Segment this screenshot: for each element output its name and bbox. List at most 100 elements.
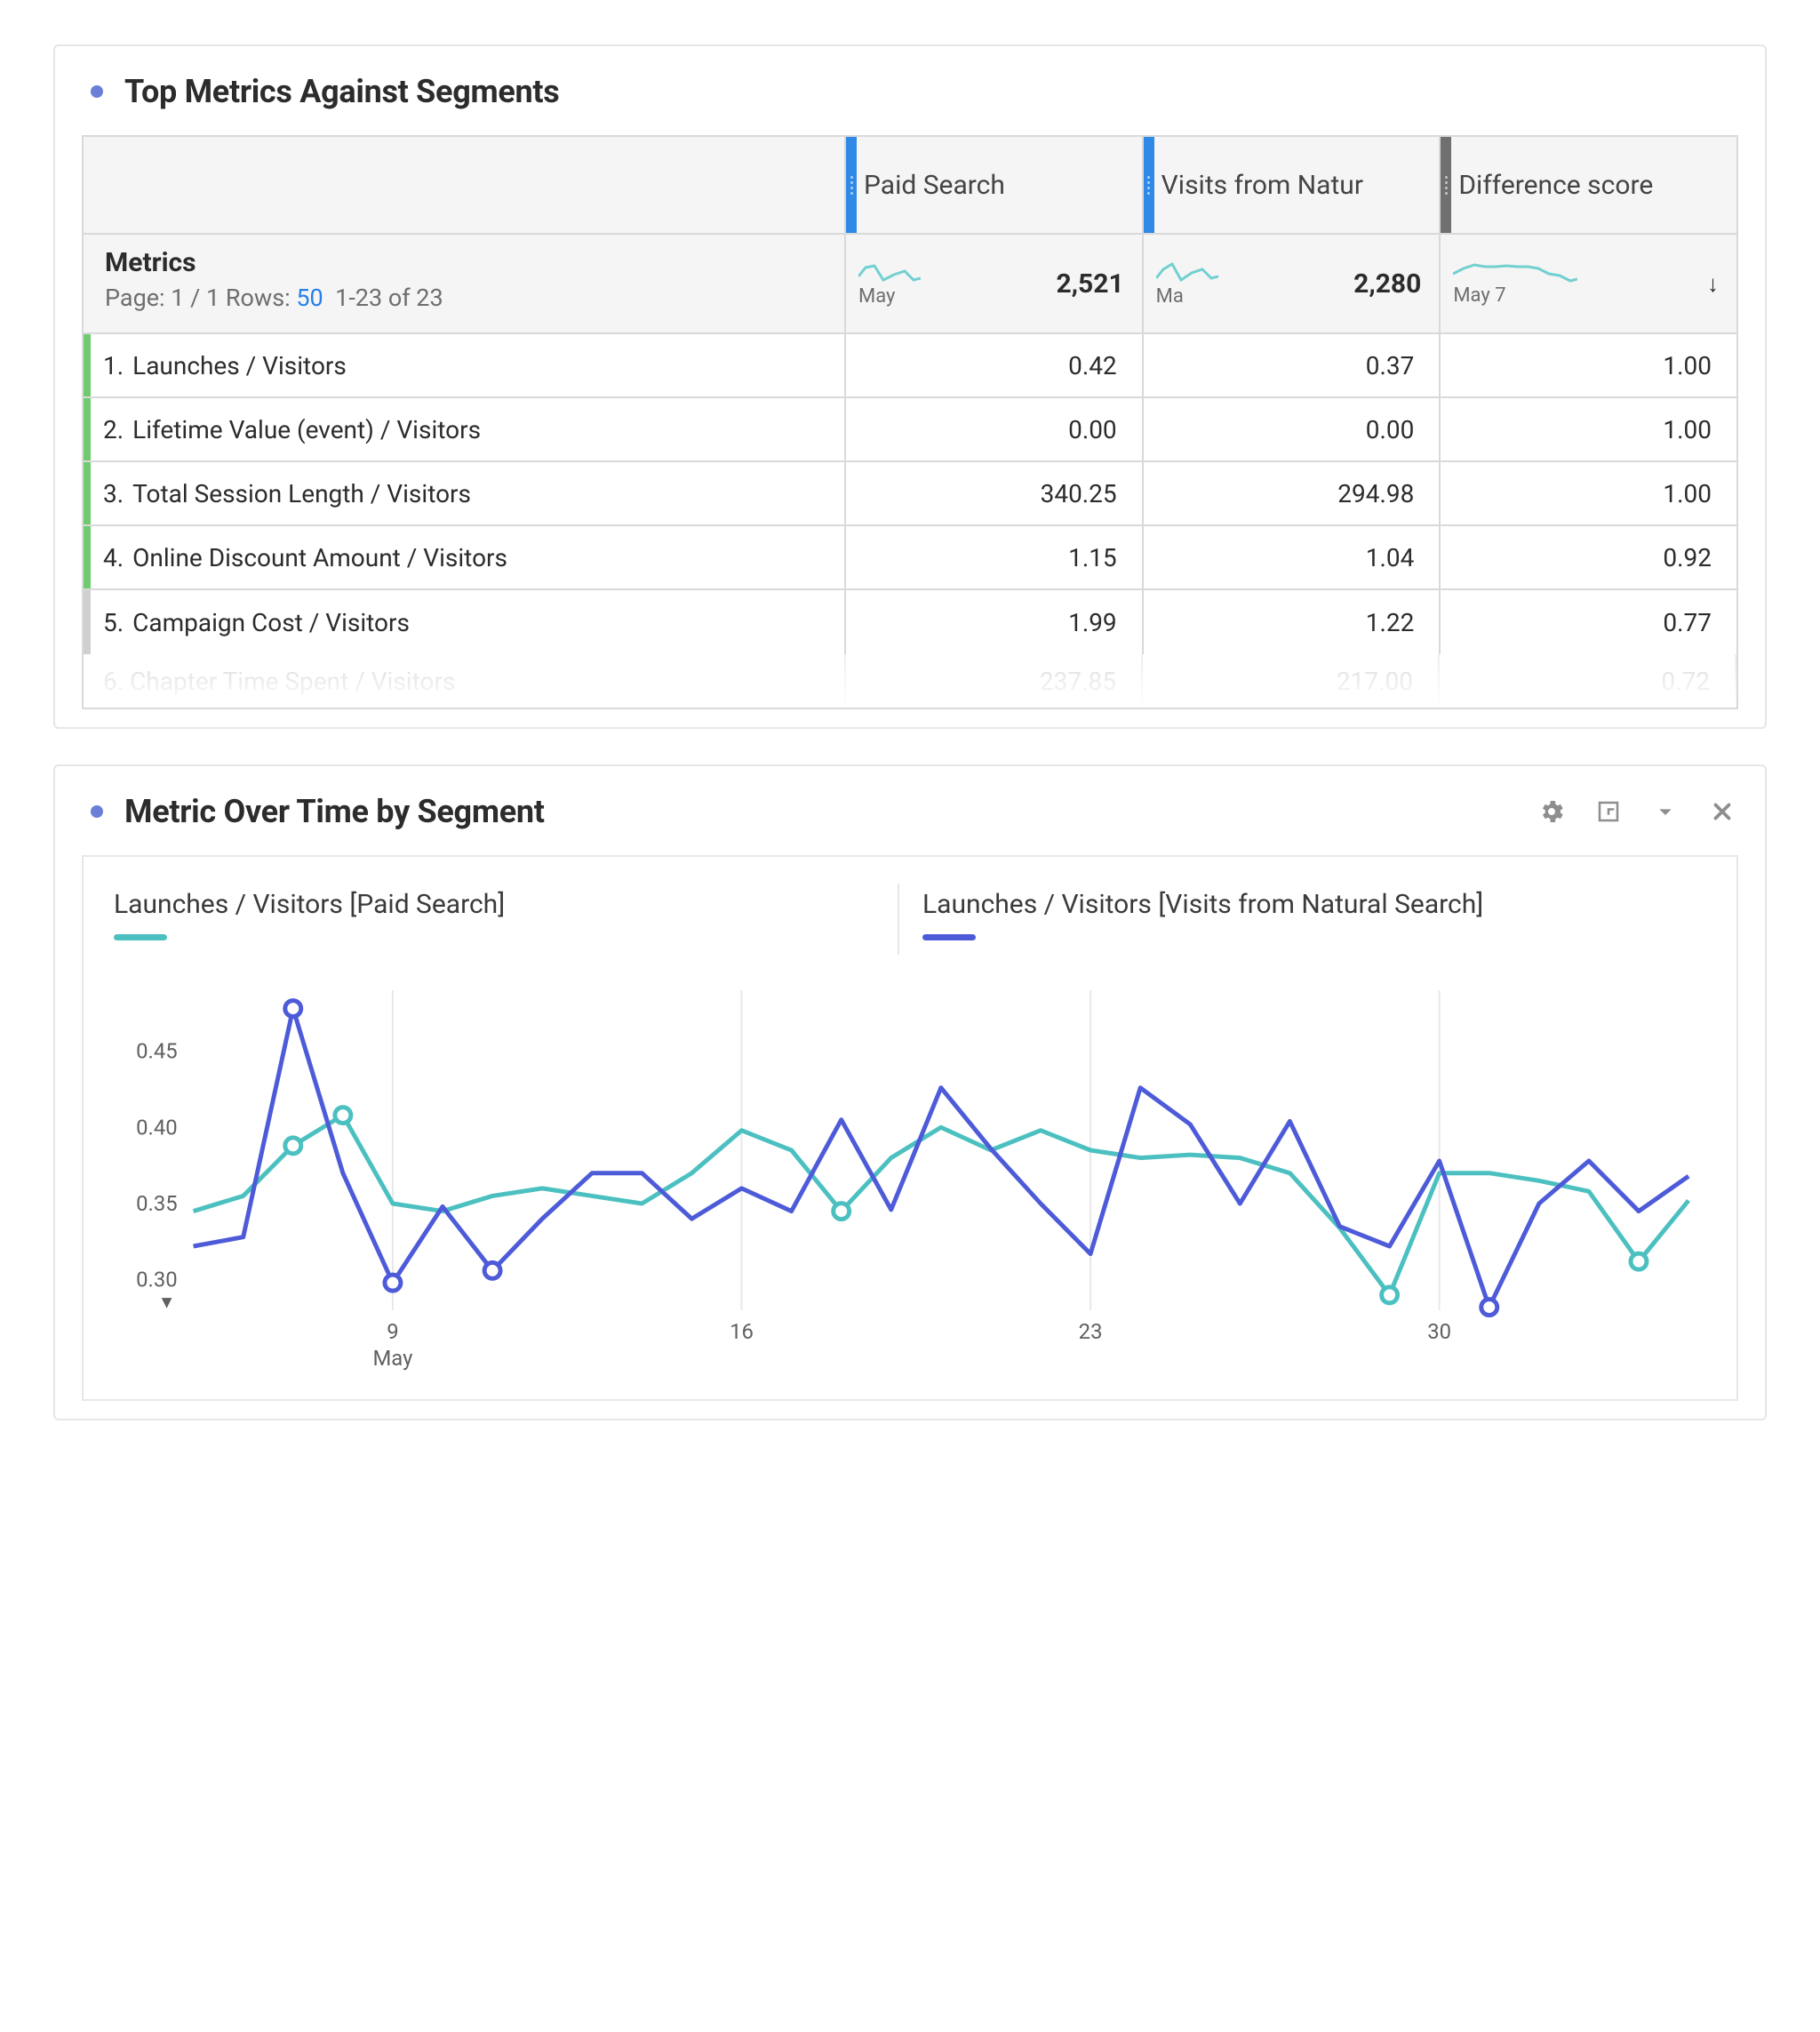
row-label: Online Discount Amount / Visitors	[132, 543, 507, 572]
table-row[interactable]: 3. Total Session Length / Visitors340.25…	[84, 462, 1736, 526]
gear-icon[interactable]	[1536, 796, 1568, 828]
row-label: Total Session Length / Visitors	[132, 479, 471, 508]
chevron-down-icon[interactable]	[1649, 796, 1681, 828]
svg-text:9: 9	[387, 1319, 398, 1344]
svg-text:30: 30	[1427, 1319, 1451, 1344]
row-label: Launches / Visitors	[132, 351, 347, 380]
panel1-header: Top Metrics Against Segments	[82, 73, 1738, 110]
row-index: 3.	[103, 479, 124, 508]
row-label: Campaign Cost / Visitors	[132, 608, 410, 637]
line-chart[interactable]: 0.300.350.400.45▼9162330May	[114, 972, 1706, 1381]
spark-label: Ma	[1156, 285, 1184, 308]
column-label: Visits from Natur	[1161, 170, 1363, 201]
legend-item-natural[interactable]: Launches / Visitors [Visits from Natural…	[898, 884, 1706, 955]
svg-text:0.35: 0.35	[136, 1191, 178, 1216]
table-row[interactable]: 4. Online Discount Amount / Visitors1.15…	[84, 526, 1736, 590]
svg-text:16: 16	[730, 1319, 754, 1344]
table-header-aggregates: Metrics Page: 1 / 1 Rows: 50 1-23 of 23 …	[84, 235, 1736, 334]
cell-value: 0.77	[1441, 590, 1736, 654]
svg-text:May: May	[372, 1346, 413, 1371]
row-index: 6.	[103, 667, 124, 696]
rows-count[interactable]: 50	[296, 284, 323, 312]
sparkline-wrap: May 7	[1453, 261, 1577, 307]
legend: Launches / Visitors [Paid Search] Launch…	[114, 884, 1706, 955]
cell-name: 1. Launches / Visitors	[84, 334, 846, 396]
row-accent-bar	[84, 526, 91, 588]
column-label: Difference score	[1458, 170, 1653, 201]
cell-value: 1.22	[1144, 590, 1441, 654]
column-visits-natural[interactable]: Visits from Natur	[1144, 137, 1441, 233]
chart-area: Launches / Visitors [Paid Search] Launch…	[82, 855, 1738, 1401]
svg-text:0.45: 0.45	[136, 1039, 178, 1064]
column-label: Paid Search	[864, 170, 1005, 201]
metrics-table: Paid Search Visits from Natur Difference…	[82, 135, 1738, 709]
panel-top-metrics: Top Metrics Against Segments Paid Search…	[53, 44, 1767, 729]
column-handle-icon[interactable]	[1441, 137, 1451, 233]
sparkline-wrap: May	[858, 260, 921, 308]
table-row[interactable]: 1. Launches / Visitors0.420.371.00	[84, 334, 1736, 398]
aggregate-difference[interactable]: May 7 ↓	[1441, 235, 1736, 332]
sparkline-icon	[1453, 261, 1577, 283]
svg-text:▼: ▼	[158, 1292, 176, 1313]
column-paid-search[interactable]: Paid Search	[846, 137, 1144, 233]
column-difference-score[interactable]: Difference score	[1441, 137, 1736, 233]
cell-value: 294.98	[1144, 462, 1441, 524]
column-handle-icon[interactable]	[1144, 137, 1154, 233]
page-info: Page: 1 / 1 Rows: 50 1-23 of 23	[105, 284, 823, 312]
sparkline-icon	[858, 260, 921, 284]
cell-value: 1.04	[1144, 526, 1441, 588]
legend-label: Launches / Visitors [Visits from Natural…	[922, 889, 1706, 920]
row-accent-bar	[84, 398, 91, 460]
column-handle-icon[interactable]	[846, 137, 857, 233]
cell-name: 2. Lifetime Value (event) / Visitors	[84, 398, 846, 460]
cell-value: 1.00	[1441, 334, 1736, 396]
metrics-label: Metrics	[105, 247, 823, 278]
row-accent-bar	[84, 590, 91, 654]
panel-dot-icon	[91, 85, 103, 98]
row-label: Chapter Time Spent / Visitors	[130, 667, 455, 696]
sparkline-wrap: Ma	[1156, 260, 1218, 308]
aggregate-value: 2,280	[1353, 268, 1421, 300]
range-info: 1-23 of 23	[335, 284, 443, 312]
table-row-faded: 6. Chapter Time Spent / Visitors 237.85 …	[84, 654, 1736, 708]
legend-swatch-icon	[114, 934, 167, 940]
cell-name: 6. Chapter Time Spent / Visitors	[84, 654, 846, 708]
legend-item-paid[interactable]: Launches / Visitors [Paid Search]	[114, 884, 898, 955]
cell-value: 217.00	[1143, 654, 1440, 708]
cell-name: 3. Total Session Length / Visitors	[84, 462, 846, 524]
close-icon[interactable]	[1706, 796, 1738, 828]
cell-value: 1.00	[1441, 398, 1736, 460]
row-accent-bar	[84, 334, 91, 396]
cell-value: 1.00	[1441, 462, 1736, 524]
cell-value: 237.85	[846, 654, 1143, 708]
metrics-header: Metrics Page: 1 / 1 Rows: 50 1-23 of 23	[84, 235, 846, 332]
sort-arrow-down-icon[interactable]: ↓	[1707, 270, 1719, 298]
page-prefix: Page: 1 / 1 Rows:	[105, 284, 291, 312]
row-index: 1.	[103, 351, 124, 380]
row-index: 4.	[103, 543, 124, 572]
panel-toolbar	[1536, 796, 1738, 828]
table-row[interactable]: 5. Campaign Cost / Visitors1.991.220.77	[84, 590, 1736, 654]
cell-value: 0.42	[846, 334, 1144, 396]
expand-icon[interactable]	[1592, 796, 1624, 828]
table-body: 1. Launches / Visitors0.420.371.002. Lif…	[84, 334, 1736, 654]
header-spacer	[84, 137, 846, 233]
svg-text:23: 23	[1079, 1319, 1103, 1344]
svg-text:0.40: 0.40	[136, 1115, 178, 1140]
cell-name: 4. Online Discount Amount / Visitors	[84, 526, 846, 588]
cell-value: 1.15	[846, 526, 1144, 588]
aggregate-value: 2,521	[1056, 268, 1123, 300]
cell-value: 0.37	[1144, 334, 1441, 396]
cell-value: 1.99	[846, 590, 1144, 654]
cell-value: 0.92	[1441, 526, 1736, 588]
cell-value: 0.00	[1144, 398, 1441, 460]
cell-value: 340.25	[846, 462, 1144, 524]
aggregate-natural-search: Ma 2,280	[1144, 235, 1441, 332]
cell-value: 0.72	[1440, 654, 1736, 708]
table-header-columns: Paid Search Visits from Natur Difference…	[84, 137, 1736, 235]
spark-label: May 7	[1453, 284, 1505, 307]
row-index: 2.	[103, 415, 124, 444]
row-accent-bar	[84, 462, 91, 524]
table-row[interactable]: 2. Lifetime Value (event) / Visitors 0.00…	[84, 398, 1736, 462]
panel1-title: Top Metrics Against Segments	[124, 73, 559, 110]
